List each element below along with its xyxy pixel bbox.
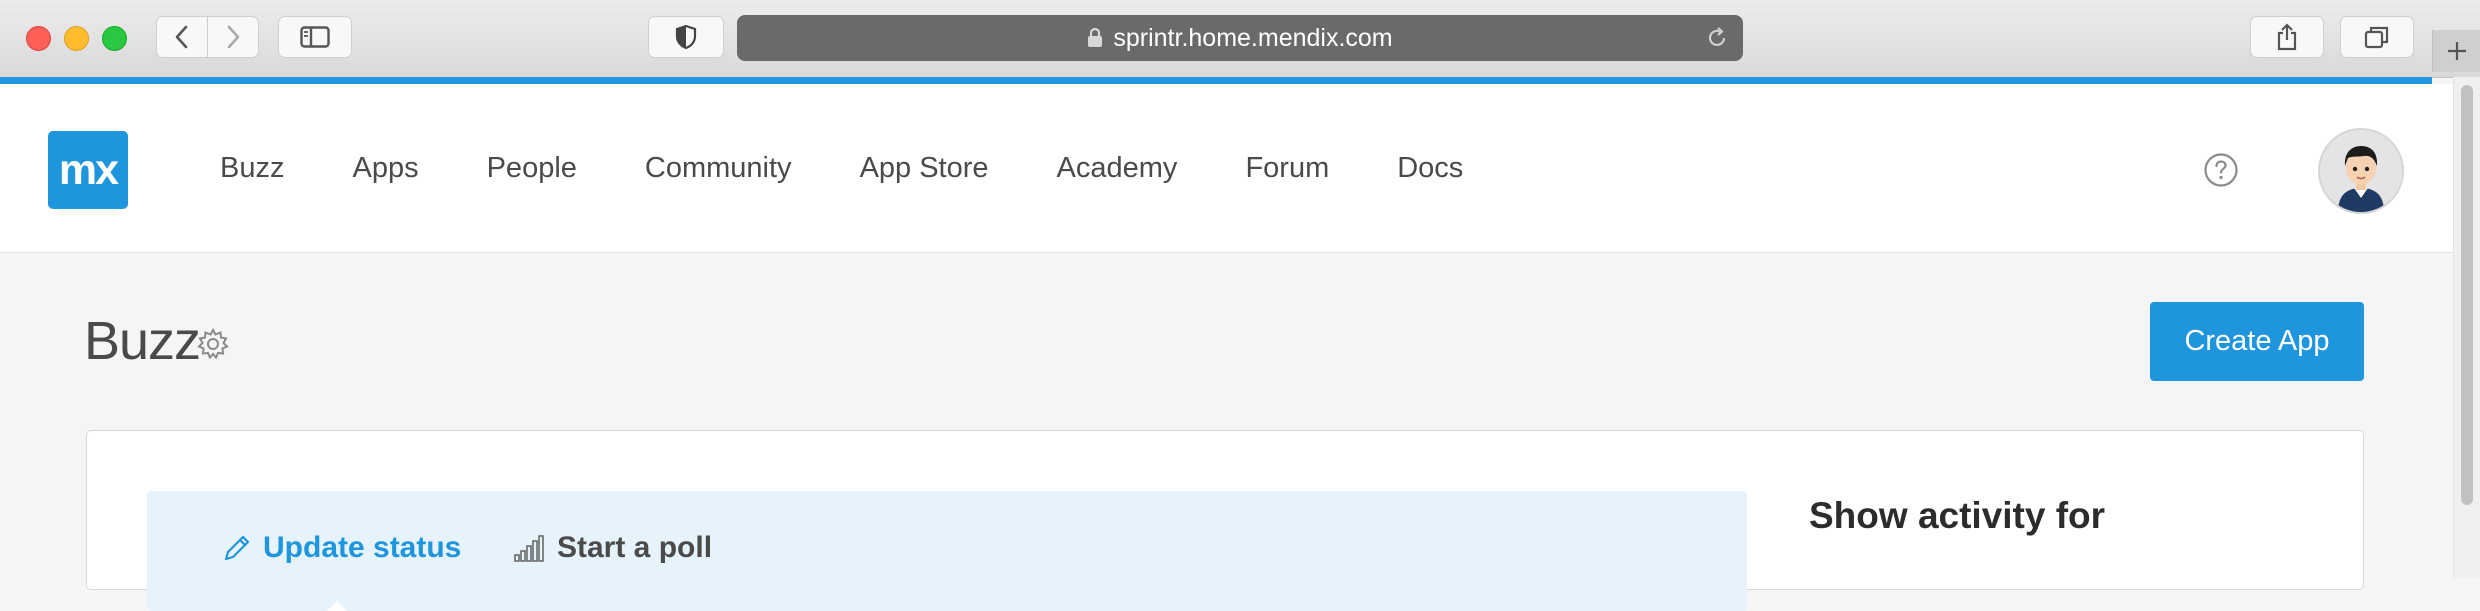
new-tab-icon — [2448, 42, 2466, 60]
nav-item-docs[interactable]: Docs — [1397, 152, 1463, 185]
nav-item-people[interactable]: People — [487, 152, 577, 185]
forward-button[interactable] — [207, 16, 259, 58]
page-load-accent-bar — [0, 77, 2432, 84]
page-scrollbar[interactable] — [2453, 77, 2480, 578]
reload-icon[interactable] — [1705, 26, 1729, 50]
gear-icon[interactable] — [196, 327, 230, 361]
create-app-button[interactable]: Create App — [2150, 302, 2364, 381]
avatar-portrait-icon — [2320, 130, 2402, 212]
close-window-button[interactable] — [26, 26, 51, 51]
zoom-window-button[interactable] — [102, 26, 127, 51]
share-button[interactable] — [2250, 16, 2324, 58]
minimize-window-button[interactable] — [64, 26, 89, 51]
tabs-icon — [2364, 26, 2389, 49]
share-icon — [2277, 23, 2297, 51]
buzz-card: Update status Start a poll Show activity… — [86, 430, 2364, 611]
back-button[interactable] — [156, 16, 208, 58]
update-status-tab[interactable]: Update status — [221, 531, 461, 565]
sidebar-icon — [300, 26, 330, 48]
nav-item-forum[interactable]: Forum — [1245, 152, 1329, 185]
forward-icon — [227, 25, 240, 49]
back-icon — [175, 25, 188, 49]
main-menu: Buzz Apps People Community App Store Aca… — [220, 84, 1531, 252]
scrollbar-thumb[interactable] — [2461, 85, 2473, 505]
user-avatar[interactable] — [2318, 128, 2404, 214]
page-title: Buzz — [84, 311, 201, 371]
sidebar-toggle-button[interactable] — [278, 16, 352, 58]
browser-toolbar: sprintr.home.mendix.com — [0, 0, 2480, 78]
nav-item-app-store[interactable]: App Store — [860, 152, 989, 185]
show-tabs-button[interactable] — [2340, 16, 2414, 58]
poll-bars-icon — [514, 535, 544, 562]
nav-item-buzz[interactable]: Buzz — [220, 152, 284, 185]
start-poll-tab[interactable]: Start a poll — [513, 531, 712, 565]
pencil-icon — [224, 535, 250, 561]
question-circle-icon[interactable] — [2203, 152, 2239, 188]
start-poll-label: Start a poll — [557, 531, 713, 564]
nav-item-community[interactable]: Community — [645, 152, 792, 185]
top-navigation: mx Buzz Apps People Community App Store … — [0, 84, 2454, 253]
address-url: sprintr.home.mendix.com — [1113, 23, 1393, 52]
mendix-logo[interactable]: mx — [48, 131, 128, 209]
shield-icon — [675, 24, 697, 50]
privacy-report-button[interactable] — [648, 16, 724, 58]
nav-item-apps[interactable]: Apps — [352, 152, 418, 185]
update-status-label: Update status — [263, 531, 462, 564]
new-tab-button[interactable] — [2432, 30, 2480, 72]
status-composer: Update status Start a poll — [147, 491, 1747, 611]
active-tab-caret — [327, 601, 347, 611]
activity-filter-heading: Show activity for — [1809, 495, 2106, 536]
address-bar[interactable]: sprintr.home.mendix.com — [737, 15, 1743, 61]
nav-item-academy[interactable]: Academy — [1057, 152, 1178, 185]
lock-icon — [1088, 28, 1103, 47]
